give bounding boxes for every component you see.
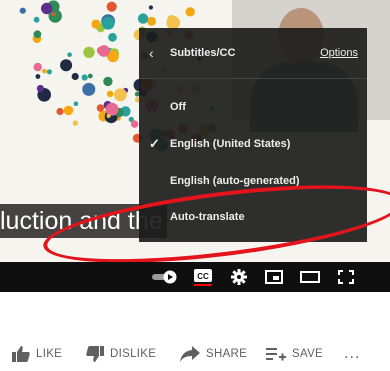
art-dot [130,120,139,128]
art-dot [87,73,93,79]
dislike-button[interactable]: DISLIKE [86,339,156,369]
subtitle-option-label: English (United States) [170,138,291,150]
more-dots-icon: ... [344,345,361,362]
art-dot [63,105,74,116]
share-arrow-icon [180,346,200,362]
captions-icon: CC [194,268,212,282]
art-dot [96,104,105,112]
share-label: SHARE [206,348,248,360]
art-dot [36,84,45,93]
back-chevron-icon[interactable]: ‹ [149,45,154,61]
fullscreen-icon[interactable] [334,262,358,292]
theater-mode-icon[interactable] [298,262,322,292]
add-to-playlist-icon [266,348,286,361]
autoplay-toggle-icon[interactable] [150,262,180,292]
options-link[interactable]: Options [320,47,358,59]
art-dot [72,120,79,126]
art-dot [19,7,26,14]
settings-gear-icon[interactable] [228,262,250,292]
share-button[interactable]: SHARE [180,339,247,369]
art-dot [106,90,114,98]
art-dot [82,82,96,96]
art-dot [35,74,41,79]
checkmark-icon: ✓ [149,136,160,151]
save-label: SAVE [292,348,324,360]
art-dot [46,69,53,75]
subtitles-menu-title: Subtitles/CC [170,47,236,59]
art-dot [33,30,42,39]
subtitles-menu-header: ‹ Subtitles/CC Options [139,28,367,79]
art-dot [185,7,195,17]
art-dot [42,68,47,74]
art-dot [33,16,40,23]
subtitle-option-english-us[interactable]: ✓ English (United States) [139,127,367,161]
like-label: LIKE [36,348,63,360]
captions-active-indicator [194,283,212,286]
subtitle-option-off[interactable]: Off [139,90,367,124]
art-dot [91,19,101,29]
player-controls-bar: CC [0,262,390,292]
subtitle-option-label: Off [170,101,186,113]
art-dot [60,59,73,72]
miniplayer-icon[interactable] [262,262,286,292]
like-button[interactable]: LIKE [12,339,62,369]
thumbs-down-icon [86,346,104,362]
dislike-label: DISLIKE [110,348,157,360]
art-dot [114,88,127,102]
art-dot [33,62,42,72]
video-actions-bar: LIKE DISLIKE SHARE SAVE ... [0,339,390,369]
art-dot [108,32,117,42]
art-dot [56,107,64,116]
art-dot [67,52,72,57]
art-dot [98,45,110,57]
thumbs-up-icon [12,346,30,362]
more-actions-button[interactable]: ... [344,339,360,369]
save-button[interactable]: SAVE [266,339,323,369]
art-dot [105,102,119,116]
art-dot [137,13,149,24]
captions-icon-text: CC [197,272,209,281]
captions-button[interactable]: CC [190,262,216,292]
art-dot [81,74,88,81]
art-dot [106,113,111,118]
art-dot [147,16,156,26]
art-dot [101,16,115,30]
art-dot [106,1,117,12]
art-dot [103,76,113,87]
art-dot [41,2,53,15]
art-dot [83,46,95,59]
art-dot [73,101,79,106]
art-dot [71,72,79,81]
video-player[interactable]: luction and the ‹ Subtitles/CC Options O… [0,0,390,292]
art-dot [148,5,153,10]
